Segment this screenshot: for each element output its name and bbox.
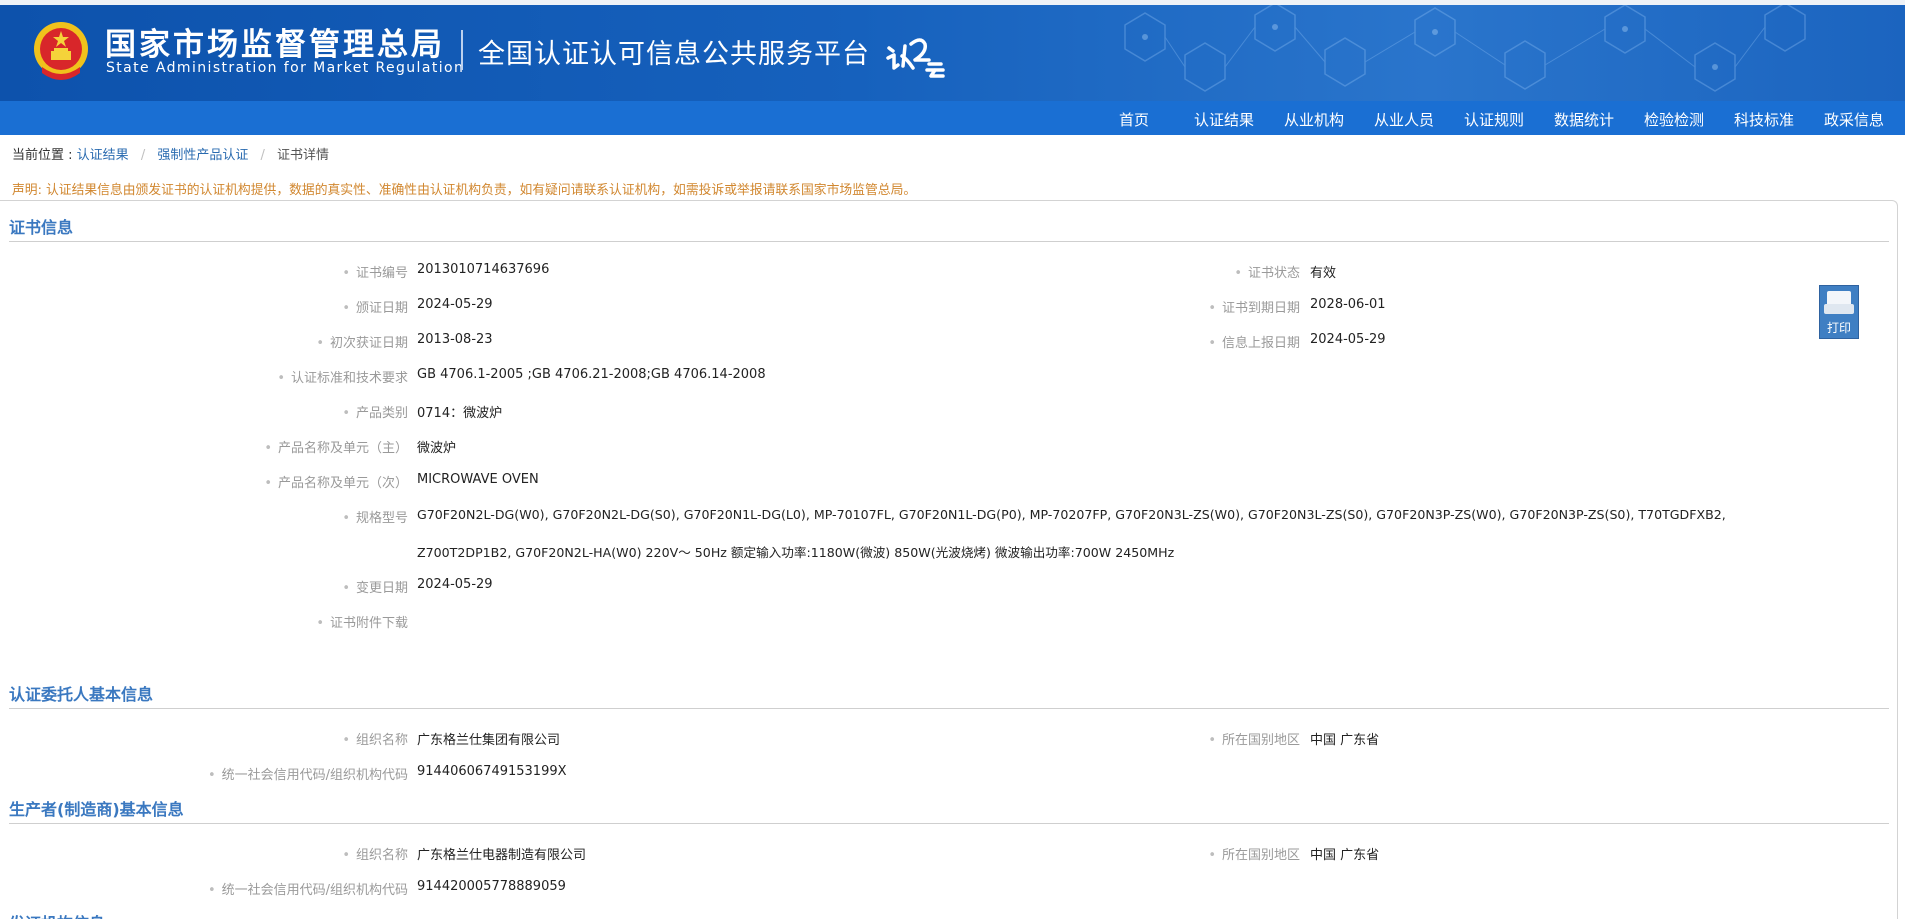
main-nav: 首页 认证结果 从业机构 从业人员 认证规则 数据统计 检验检测 科技标准 政采… (0, 101, 1905, 135)
label-cert-status: • 证书状态 (1234, 266, 1300, 281)
breadcrumb-ccc[interactable]: 强制性产品认证 (157, 148, 248, 163)
section-divider (9, 708, 1889, 709)
value-first-date: 2013-08-23 (417, 332, 493, 347)
value-maker-credit-code: 914420005778889059 (417, 879, 566, 894)
label-product-category: • 产品类别 (342, 406, 408, 421)
print-button[interactable]: 打印 (1819, 285, 1859, 339)
section-divider (9, 241, 1889, 242)
label-model-spec: • 规格型号 (342, 511, 408, 526)
value-standards: GB 4706.1-2005 ;GB 4706.21-2008;GB 4706.… (417, 367, 766, 382)
platform-title: 全国认证认可信息公共服务平台 (478, 39, 870, 70)
nav-home[interactable]: 首页 (1119, 109, 1149, 130)
label-attachment-download: • 证书附件下载 (316, 616, 408, 631)
breadcrumb-prefix: 当前位置 : (12, 148, 73, 163)
label-product-name-main: • 产品名称及单元（主） (264, 441, 408, 456)
disclaimer-notice: 声明: 认证结果信息由颁发证书的认证机构提供，数据的真实性、准确性由认证机构负责… (12, 183, 917, 198)
banner-divider (461, 30, 463, 70)
label-maker-org-name: • 组织名称 (342, 848, 408, 863)
header-banner: 国家市场监督管理总局 State Administration for Mark… (0, 0, 1905, 101)
value-product-name-sub: MICROWAVE OVEN (417, 472, 539, 487)
value-change-date: 2024-05-29 (417, 577, 493, 592)
section-title-cert-info: 证书信息 (9, 218, 74, 237)
label-report-date: • 信息上报日期 (1208, 336, 1300, 351)
nav-tech-standards[interactable]: 科技标准 (1734, 109, 1794, 130)
nav-institutions[interactable]: 从业机构 (1284, 109, 1344, 130)
nav-cert-rules[interactable]: 认证规则 (1464, 109, 1524, 130)
label-client-org-name: • 组织名称 (342, 733, 408, 748)
label-expiry-date: • 证书到期日期 (1208, 301, 1300, 316)
national-emblem-icon (34, 22, 88, 80)
label-maker-credit-code: • 统一社会信用代码/组织机构代码 (207, 883, 408, 898)
value-report-date: 2024-05-29 (1310, 332, 1386, 347)
print-label: 打印 (1826, 321, 1851, 335)
value-cert-status: 有效 (1310, 266, 1337, 281)
label-maker-region: • 所在国别地区 (1208, 848, 1300, 863)
value-client-credit-code: 91440606749153199X (417, 764, 567, 779)
label-change-date: • 变更日期 (342, 581, 408, 596)
value-issue-date: 2024-05-29 (417, 297, 493, 312)
label-client-credit-code: • 统一社会信用代码/组织机构代码 (207, 768, 408, 783)
nav-cert-results[interactable]: 认证结果 (1194, 109, 1254, 130)
section-title-client-info: 认证委托人基本信息 (9, 685, 154, 704)
breadcrumb-cert-results[interactable]: 认证结果 (77, 148, 129, 163)
label-first-date: • 初次获证日期 (316, 336, 408, 351)
hexagon-pattern-decoration (1124, 5, 1806, 92)
org-name-cn: 国家市场监督管理总局 (105, 27, 445, 63)
label-standards: • 认证标准和技术要求 (277, 371, 408, 386)
breadcrumb-separator: / (140, 148, 146, 163)
org-name-en: State Administration for Market Regulati… (106, 60, 465, 76)
value-maker-region: 中国 广东省 (1310, 848, 1380, 863)
value-product-category: 0714：微波炉 (417, 406, 503, 421)
breadcrumb: 当前位置 : 认证结果 / 强制性产品认证 / 证书详情 (12, 144, 329, 163)
label-client-region: • 所在国别地区 (1208, 733, 1300, 748)
nav-inspection[interactable]: 检验检测 (1644, 109, 1704, 130)
section-title-maker-info: 生产者(制造商)基本信息 (9, 800, 184, 819)
label-cert-no: • 证书编号 (342, 266, 408, 281)
value-expiry-date: 2028-06-01 (1310, 297, 1386, 312)
nav-procurement[interactable]: 政采信息 (1824, 109, 1884, 130)
value-product-name-main: 微波炉 (417, 441, 457, 456)
renyun-logo-icon (886, 38, 945, 78)
breadcrumb-current: 证书详情 (277, 148, 330, 163)
breadcrumb-separator: / (260, 148, 265, 163)
value-model-spec-line2: Z700T2DP1B2, G70F20N2L-HA(W0) 220V～ 50Hz… (417, 545, 1175, 560)
nav-statistics[interactable]: 数据统计 (1554, 109, 1614, 130)
label-issue-date: • 颁证日期 (342, 301, 408, 316)
label-product-name-sub: • 产品名称及单元（次） (264, 476, 408, 491)
value-maker-org-name: 广东格兰仕电器制造有限公司 (417, 848, 587, 863)
value-cert-no: 2013010714637696 (417, 262, 550, 277)
value-client-region: 中国 广东省 (1310, 733, 1380, 748)
section-title-issuer-info: 发证机构信息 (9, 910, 105, 919)
printer-tray (1824, 304, 1854, 314)
nav-practitioners[interactable]: 从业人员 (1374, 109, 1434, 130)
value-client-org-name: 广东格兰仕集团有限公司 (417, 733, 561, 748)
section-divider (9, 823, 1889, 824)
value-model-spec-line1: G70F20N2L-DG(W0), G70F20N2L-DG(S0), G70F… (417, 507, 1726, 522)
